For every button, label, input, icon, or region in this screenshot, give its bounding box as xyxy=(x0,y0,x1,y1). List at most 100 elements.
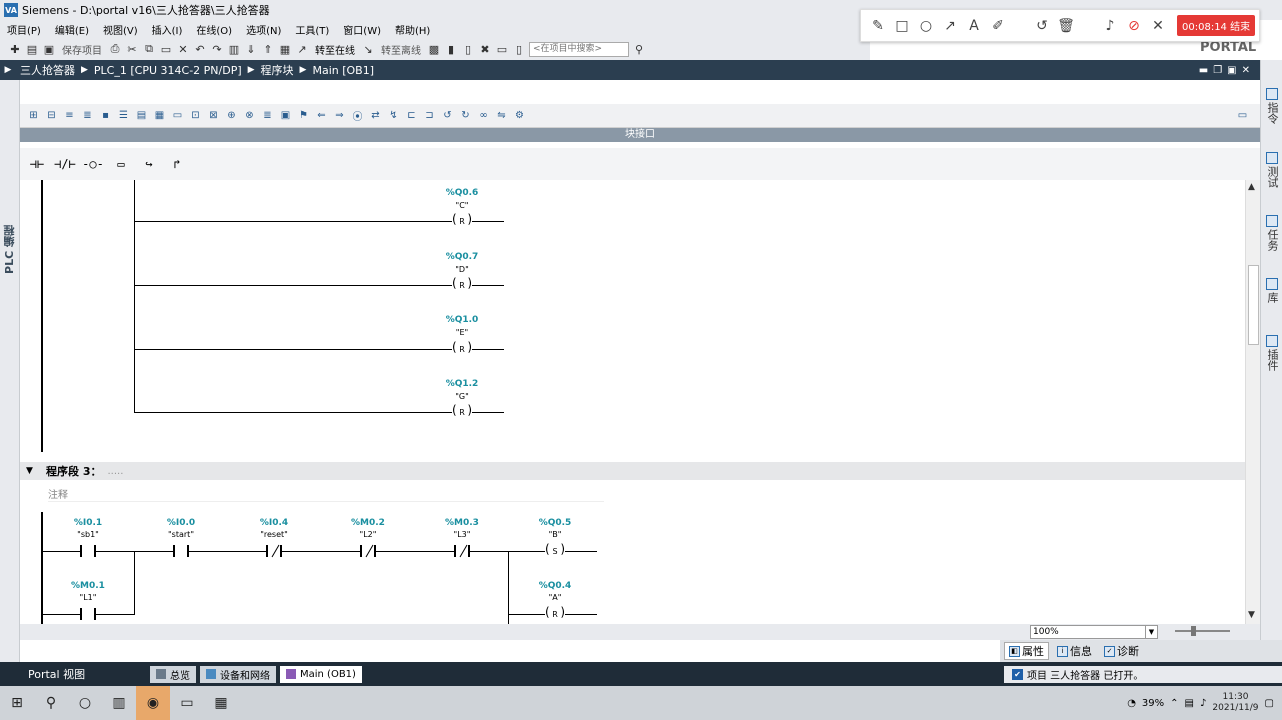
split-vertical-icon[interactable]: ▯ xyxy=(512,42,526,56)
go-offline-button[interactable]: 转至离线 xyxy=(378,42,424,57)
close-icon[interactable]: ✕ xyxy=(1149,17,1167,35)
menu-insert[interactable]: 插入(I) xyxy=(145,22,190,37)
toggle-comments-icon[interactable]: ▭ xyxy=(170,108,185,123)
highlighter-icon[interactable]: ✐ xyxy=(989,17,1007,35)
accessible-devices-icon[interactable]: ▩ xyxy=(427,42,441,56)
new-project-icon[interactable]: ✚ xyxy=(8,42,22,56)
append-row-icon[interactable]: ≣ xyxy=(80,108,95,123)
scroll-down-icon[interactable]: ▼ xyxy=(1248,610,1255,620)
zoom-slider[interactable] xyxy=(1175,626,1230,636)
tab-info[interactable]: i 信息 xyxy=(1053,643,1096,659)
app-tray-icon[interactable]: ◔ xyxy=(1127,698,1136,709)
volume-icon[interactable]: ♪ xyxy=(1200,698,1206,709)
file-explorer-icon[interactable]: ▭ xyxy=(170,686,204,720)
trash-icon[interactable]: 🗑 xyxy=(1057,17,1075,35)
portal-view-button[interactable]: Portal 视图 xyxy=(0,666,150,682)
operand-display-icon[interactable]: ⊕ xyxy=(224,108,239,123)
windows-start-icon[interactable]: ⊞ xyxy=(0,686,34,720)
network-icon[interactable]: ▤ xyxy=(1185,698,1194,709)
zoom-select[interactable]: 100% ▼ xyxy=(1030,625,1158,639)
menu-online[interactable]: 在线(O) xyxy=(189,22,239,37)
tia-portal-icon[interactable]: ▦ xyxy=(204,686,238,720)
branch-open-icon[interactable]: ⊏ xyxy=(404,108,419,123)
cortana-icon[interactable]: ○ xyxy=(68,686,102,720)
editor-scrollbar[interactable]: ▲ ▼ xyxy=(1245,180,1260,624)
absolute-operand-icon[interactable]: ▦ xyxy=(152,108,167,123)
breadcrumb-project[interactable]: 三人抢答器 xyxy=(16,62,79,78)
force-icon[interactable]: ↯ xyxy=(386,108,401,123)
save-icon[interactable]: ▣ xyxy=(42,42,56,56)
minimize-icon[interactable]: ▬ xyxy=(1199,65,1208,76)
reset-coil[interactable]: R xyxy=(452,276,472,291)
scroll-up-icon[interactable]: ▲ xyxy=(1248,182,1255,192)
cross-reference-icon[interactable]: ✖ xyxy=(478,42,492,56)
no-contact[interactable] xyxy=(173,545,189,557)
go-to-error-icon[interactable]: ⚑ xyxy=(296,108,311,123)
menu-window[interactable]: 窗口(W) xyxy=(336,22,388,37)
tab-diagnostics[interactable]: ✓ 诊断 xyxy=(1100,643,1143,659)
download-icon[interactable]: ⇓ xyxy=(244,42,258,56)
insert-network-icon[interactable]: ⊞ xyxy=(26,108,41,123)
nc-contact[interactable] xyxy=(360,545,376,557)
delete-network-icon[interactable]: ⊟ xyxy=(44,108,59,123)
snapshot-icon[interactable]: ∞ xyxy=(476,108,491,123)
tab-testing[interactable]: 测试 xyxy=(1264,152,1280,188)
paste-icon[interactable]: ▭ xyxy=(159,42,173,56)
plc-programming-label[interactable]: PLC 编程 xyxy=(2,225,18,274)
menu-project[interactable]: 项目(P) xyxy=(0,22,48,37)
circle-icon[interactable]: ○ xyxy=(917,17,935,35)
close-editor-icon[interactable]: ✕ xyxy=(1242,65,1250,76)
go-online-button[interactable]: 转至在线 xyxy=(312,42,358,57)
search-icon[interactable]: ⚲ xyxy=(34,686,68,720)
project-tree-collapsed[interactable]: PLC 编程 xyxy=(0,80,20,662)
reset-coil[interactable]: R xyxy=(452,340,472,355)
text-icon[interactable]: A xyxy=(965,17,983,35)
compare-icon[interactable]: ⇋ xyxy=(494,108,509,123)
tab-addins[interactable]: 插件 xyxy=(1264,335,1280,371)
menu-help[interactable]: 帮助(H) xyxy=(388,22,437,37)
empty-box-icon[interactable]: ▭ xyxy=(108,152,134,176)
chevron-down-icon[interactable]: ▼ xyxy=(1145,626,1157,638)
simulate-icon[interactable]: ▦ xyxy=(278,42,292,56)
print-icon[interactable]: ⎙ xyxy=(108,42,122,56)
network-comment-icon[interactable]: ☰ xyxy=(116,108,131,123)
nc-contact[interactable] xyxy=(454,545,470,557)
nc-contact[interactable] xyxy=(266,545,282,557)
no-contact[interactable] xyxy=(80,545,96,557)
nc-contact-icon[interactable]: ⊣/⊢ xyxy=(52,152,78,176)
breadcrumb-plc[interactable]: PLC_1 [CPU 314C-2 PN/DP] xyxy=(90,64,246,77)
coil-icon[interactable]: -○- xyxy=(80,152,106,176)
go-offline-icon[interactable]: ↘ xyxy=(361,42,375,56)
undo-annotation-icon[interactable]: ↺ xyxy=(1033,17,1051,35)
tab-tasks[interactable]: 任务 xyxy=(1264,215,1280,251)
reset-coil[interactable]: R xyxy=(545,605,565,620)
notifications-icon[interactable]: ▢ xyxy=(1265,698,1274,709)
project-search-input[interactable] xyxy=(529,41,629,57)
network-header[interactable]: ▼ 程序段 3： ..... xyxy=(20,462,1245,480)
breadcrumb-program-blocks[interactable]: 程序块 xyxy=(257,62,298,78)
battery-indicator[interactable]: 39% xyxy=(1142,698,1164,709)
tab-libraries[interactable]: 库 xyxy=(1264,278,1280,303)
chevron-up-icon[interactable]: ⌃ xyxy=(1170,698,1178,709)
rectangle-icon[interactable]: □ xyxy=(893,17,911,35)
call-structure-icon[interactable]: ↺ xyxy=(440,108,455,123)
tab-properties[interactable]: ◧ 属性 xyxy=(1004,642,1049,660)
block-interface-toggle-icon[interactable]: ▭ xyxy=(1235,108,1250,123)
scroll-thumb[interactable] xyxy=(1248,265,1259,345)
ladder-editor[interactable]: %Q0.6 "C" R %Q0.7 "D" R %Q1.0 "E" R %Q1.… xyxy=(20,180,1245,624)
app-icon[interactable]: ◉ xyxy=(136,686,170,720)
insert-row-icon[interactable]: ≡ xyxy=(62,108,77,123)
favorites-icon[interactable]: ▤ xyxy=(134,108,149,123)
previous-error-icon[interactable]: ⇐ xyxy=(314,108,329,123)
settings-icon[interactable]: ⚙ xyxy=(512,108,527,123)
undo-icon[interactable]: ↶ xyxy=(193,42,207,56)
redo-icon[interactable]: ↷ xyxy=(210,42,224,56)
stop-cpu-icon[interactable]: ▯ xyxy=(461,42,475,56)
next-error-icon[interactable]: ⇒ xyxy=(332,108,347,123)
editor-tab-devices-networks[interactable]: 设备和网络 xyxy=(200,665,276,683)
show-favorites-icon[interactable]: ▣ xyxy=(278,108,293,123)
mic-muted-icon[interactable]: ⊘ xyxy=(1125,17,1143,35)
view-mode-icon[interactable]: ≣ xyxy=(260,108,275,123)
editor-tab-main-ob1[interactable]: Main (OB1) xyxy=(280,665,362,683)
collapse-network-icon[interactable]: ▼ xyxy=(20,466,36,476)
